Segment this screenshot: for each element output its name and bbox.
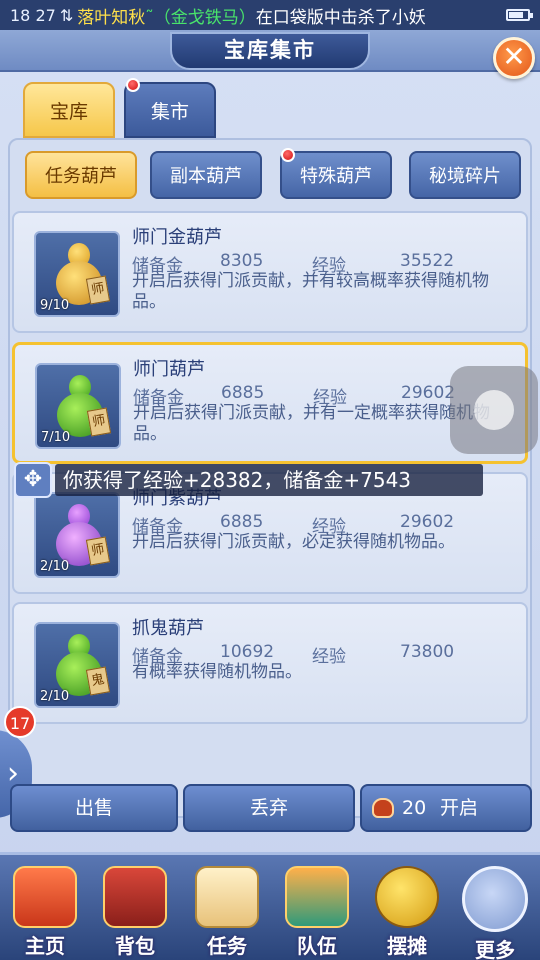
app-root: 18 27 ⇅ 落叶知秋˜（金戈铁马）在口袋版中击杀了小妖 宝库集市 ✕ 宝库 … [0, 0, 540, 960]
move-icon[interactable]: ✥ [14, 462, 52, 498]
marquee-player-name: 落叶知秋 [77, 7, 146, 28]
nav-quest[interactable]: 任务 [186, 866, 268, 958]
status-bar: 18 27 ⇅ 落叶知秋˜（金戈铁马）在口袋版中击杀了小妖 [0, 0, 540, 30]
item-tag: 师 [85, 275, 111, 305]
money-value: 6885 [220, 512, 264, 532]
nav-label: 队伍 [297, 934, 337, 958]
nav-home[interactable]: 主页 [4, 866, 86, 958]
tab-baoku[interactable]: 宝库 [23, 82, 115, 138]
money-value: 6885 [221, 383, 265, 403]
list-item[interactable]: 鬼 2/10 抓鬼葫芦 储备金 10692 经验 73800 有概率获得随机物品… [12, 602, 528, 724]
item-thumbnail: 师 9/10 [34, 231, 120, 317]
list-item[interactable]: 师 9/10 师门金葫芦 储备金 8305 经验 35522 开启后获得门派贡献… [12, 211, 528, 333]
battery-icon [506, 9, 533, 21]
page-title: 宝库集市 [170, 32, 370, 70]
item-description: 有概率获得随机物品。 [132, 662, 302, 682]
exp-value: 29602 [401, 383, 456, 403]
close-button[interactable]: ✕ [493, 37, 535, 79]
nav-label: 摆摊 [387, 934, 427, 958]
open-label: 开启 [440, 797, 479, 819]
item-thumbnail: 师 7/10 [35, 363, 121, 449]
treasure-chest-icon [103, 866, 167, 928]
marquee-mount: ˜（金戈铁马） [145, 7, 256, 28]
nav-more[interactable]: 更多 [454, 866, 536, 960]
scroll-icon [195, 866, 259, 928]
nav-label: 主页 [25, 934, 65, 958]
sell-button[interactable]: 出售 [10, 784, 178, 832]
broadcast-marquee: 落叶知秋˜（金戈铁马）在口袋版中击杀了小妖 [77, 3, 426, 28]
subtab-secret-fragment[interactable]: 秘境碎片 [409, 151, 521, 199]
nav-label: 更多 [475, 938, 515, 960]
item-thumbnail: 鬼 2/10 [34, 622, 120, 708]
money-value: 10692 [220, 642, 275, 662]
open-button[interactable]: 20 开启 [360, 784, 532, 832]
nav-team[interactable]: 队伍 [276, 866, 358, 958]
item-tag: 师 [85, 536, 111, 566]
notification-dot [126, 78, 140, 92]
marquee-text: 在口袋版中击杀了小妖 [255, 7, 426, 28]
item-thumbnail: 师 2/10 [34, 492, 120, 578]
item-tag: 鬼 [85, 666, 111, 696]
item-name: 抓鬼葫芦 [132, 618, 204, 639]
notification-badge: 17 [4, 706, 36, 738]
item-tag: 师 [86, 407, 112, 437]
item-count: 2/10 [40, 559, 70, 574]
exp-value: 73800 [400, 642, 455, 662]
notification-dot [281, 148, 295, 162]
tab-jishi[interactable]: 集市 [124, 82, 216, 138]
exp-value: 29602 [400, 512, 455, 532]
subtab-task-gourd[interactable]: 任务葫芦 [25, 151, 137, 199]
subtab-special-gourd[interactable]: 特殊葫芦 [280, 151, 392, 199]
nav-label: 背包 [115, 934, 155, 958]
money-value: 8305 [220, 251, 264, 271]
item-description: 开启后获得门派贡献，并有较高概率获得随机物品。 [132, 271, 489, 312]
coin-icon [375, 866, 439, 928]
item-count: 9/10 [40, 298, 70, 313]
nav-bag[interactable]: 背包 [94, 866, 176, 958]
item-name: 师门葫芦 [133, 359, 205, 380]
item-name: 师门金葫芦 [132, 227, 222, 248]
nav-stall[interactable]: 摆摊 [366, 866, 448, 958]
item-description: 开启后获得门派贡献，必定获得随机物品。 [132, 532, 455, 552]
open-count: 20 [402, 797, 427, 819]
assistive-touch-button[interactable] [450, 366, 538, 454]
item-count: 2/10 [40, 689, 70, 704]
more-icon [462, 866, 528, 932]
discard-button[interactable]: 丢弃 [183, 784, 355, 832]
nav-label: 任务 [207, 934, 247, 958]
pot-icon [372, 798, 394, 818]
subtab-dungeon-gourd[interactable]: 副本葫芦 [150, 151, 262, 199]
reward-toast: 你获得了经验+28382，储备金+7543 [55, 464, 483, 496]
team-icon [285, 866, 349, 928]
data-transfer-icon: ⇅ [59, 5, 74, 25]
home-icon [13, 866, 77, 928]
clock: 18 27 [10, 5, 56, 25]
exp-value: 35522 [400, 251, 455, 271]
item-count: 7/10 [41, 430, 71, 445]
